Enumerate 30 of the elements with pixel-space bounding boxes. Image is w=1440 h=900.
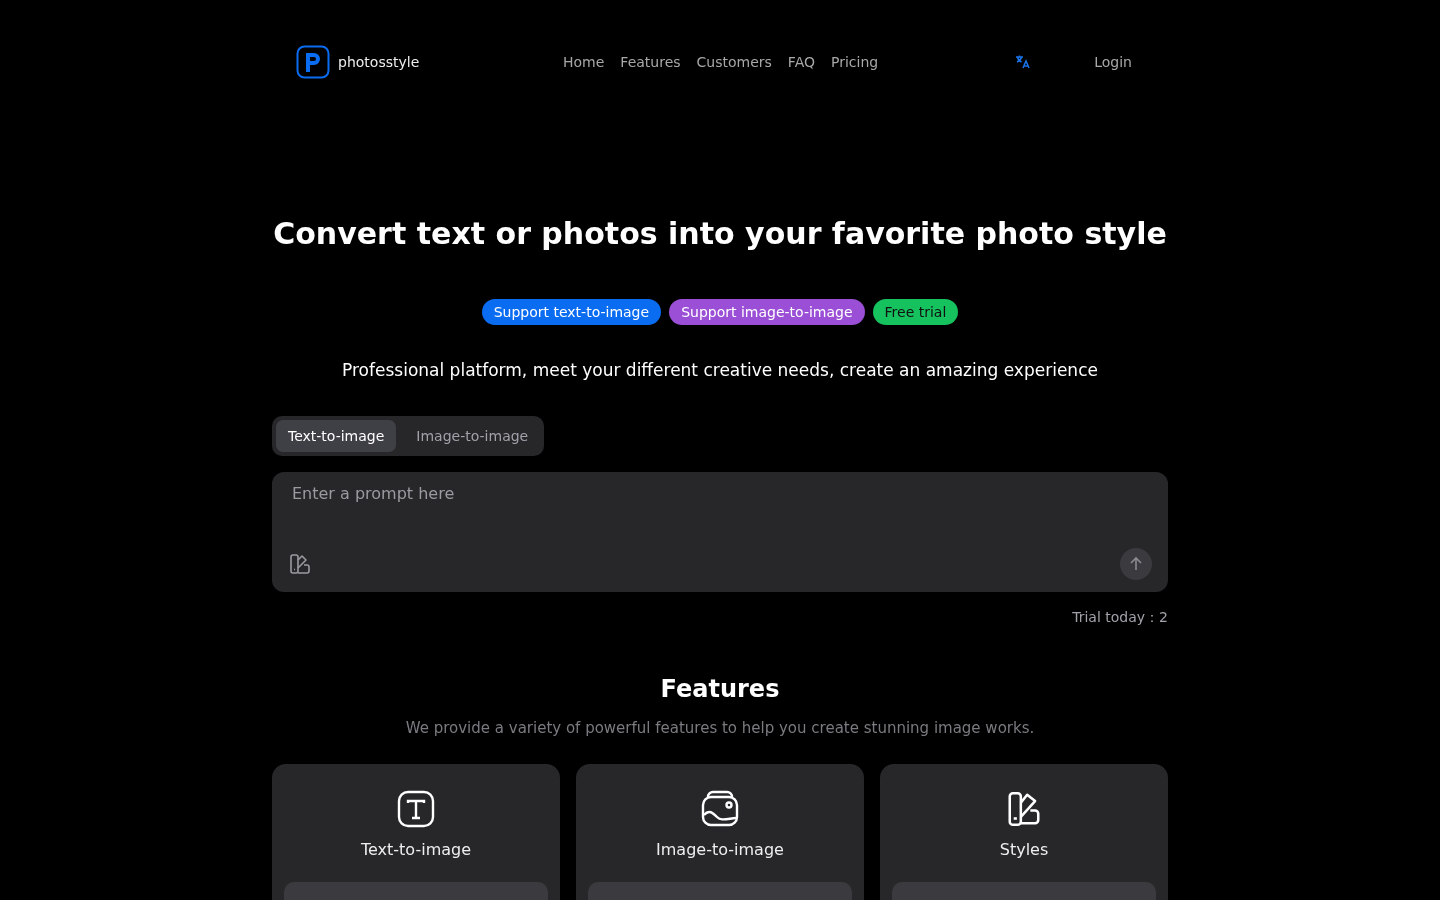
card-title: Text-to-image — [360, 840, 472, 859]
section-title: Features — [660, 675, 780, 703]
mode-tab[interactable]: Image-to-image — [404, 420, 541, 452]
mode-tab[interactable]: Text-to-image — [276, 420, 397, 452]
styles-icon[interactable] — [288, 552, 312, 576]
hero-subtitle: Professional platform, meet your different creative needs, create an amazing experience — [342, 360, 1098, 380]
logo-icon[interactable] — [296, 45, 330, 79]
styles-icon — [1005, 790, 1043, 828]
feature-badge: Support image-to-image — [669, 299, 865, 325]
hero-title: Convert text or photos into your favorite photo style — [273, 216, 1167, 251]
trial-count: Trial today：2 — [1072, 609, 1168, 627]
section-subtitle: We provide a variety of powerful features to help you create stunning image works. — [405, 719, 1035, 737]
nav-link[interactable]: Features — [620, 54, 681, 70]
card-title: Styles — [999, 840, 1049, 859]
nav-link[interactable]: Home — [563, 54, 605, 70]
card-title: Image-to-image — [656, 840, 784, 859]
translate-icon[interactable] — [1015, 54, 1032, 70]
prompt-field[interactable]: Enter a prompt here — [288, 484, 1152, 548]
prompt-box[interactable]: Enter a prompt here — [272, 472, 1168, 592]
image-icon — [701, 790, 739, 828]
send-button[interactable] — [1120, 548, 1152, 580]
nav-link[interactable]: Customers — [696, 54, 772, 70]
text-icon — [397, 790, 435, 828]
feature-badge: Free trial — [872, 299, 959, 325]
nav-link[interactable]: FAQ — [787, 54, 815, 70]
arrow-up-icon — [1128, 556, 1144, 572]
feature-badge: Support text-to-image — [481, 299, 662, 325]
login-link[interactable]: Login — [1094, 54, 1132, 70]
nav-link[interactable]: Pricing — [831, 54, 879, 70]
brand-name[interactable]: photosstyle — [338, 54, 420, 70]
